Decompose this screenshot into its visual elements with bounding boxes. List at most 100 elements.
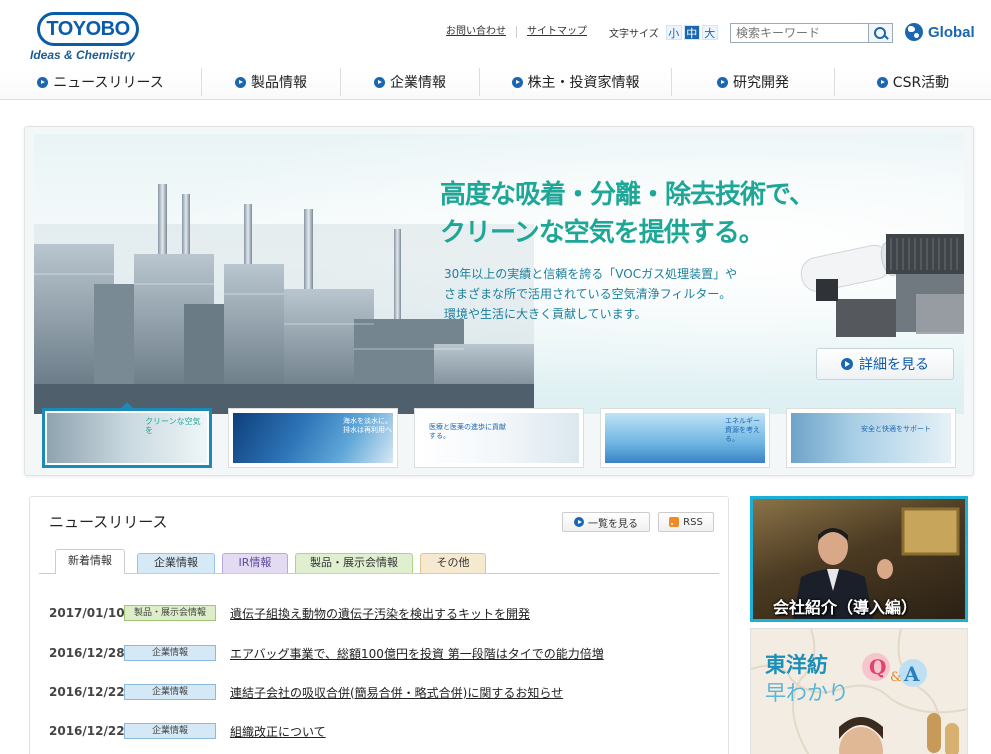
- font-size-small-button[interactable]: 小: [665, 25, 682, 40]
- thumb-image: クリーンな空気を: [47, 413, 207, 463]
- globe-icon: [905, 23, 923, 41]
- news-category-badge: 企業情報: [124, 723, 216, 739]
- thumb-label: 医療と医薬の進歩に貢献する。: [429, 423, 506, 440]
- view-all-label: 一覧を見る: [588, 518, 638, 530]
- news-category-badge: 企業情報: [124, 684, 216, 700]
- hero-description: 30年以上の実績と信頼を誇る「VOCガス処理装置」や さまざまな所で活用されてい…: [444, 264, 737, 324]
- news-panel: ニュースリリース 一覧を見る RSS 新着情報 企業情報 IR情報 製品・展示会…: [29, 496, 729, 754]
- arrow-right-icon: [37, 76, 49, 88]
- arrow-right-icon: [511, 76, 523, 88]
- arrow-right-icon: [374, 76, 385, 88]
- hero-title-line: 高度な吸着・分離・除去技術で、: [440, 180, 815, 210]
- thumb-safety[interactable]: 安全と快適をサポート: [786, 408, 956, 468]
- rss-icon: [669, 517, 680, 527]
- sitemap-link[interactable]: サイトマップ: [516, 26, 597, 38]
- thumb-clean-air[interactable]: クリーンな空気を: [42, 408, 212, 468]
- hero-banner[interactable]: 高度な吸着・分離・除去技術で、 クリーンな空気を提供する。 30年以上の実績と信…: [34, 134, 964, 414]
- news-row: 2017/01/10 製品・展示会情報 遺伝子組換え動物の遺伝子汚染を検出するキ…: [49, 603, 719, 623]
- news-date: 2016/12/22: [49, 724, 125, 738]
- news-link[interactable]: エアバッグ事業で、総額100億円を投資 第一段階はタイでの能力倍増: [230, 645, 604, 662]
- thumb-label: 安全と快適をサポート: [861, 425, 931, 433]
- news-row: 2016/12/22 企業情報 組織改正について: [49, 721, 719, 741]
- tab-products-exhibitions[interactable]: 製品・展示会情報: [295, 553, 413, 573]
- nav-item-label: CSR活動: [892, 75, 950, 91]
- tab-latest[interactable]: 新着情報: [55, 549, 125, 574]
- thumb-label: 海水を淡水に。排水は再利用へ: [343, 417, 392, 434]
- arrow-right-icon: [235, 76, 246, 88]
- detail-button-label: 詳細を見る: [859, 357, 929, 373]
- nav-item-products[interactable]: 製品情報: [202, 68, 341, 96]
- hero-text-line: さまざまな所で活用されている空気清浄フィルター。: [444, 287, 732, 301]
- news-date: 2016/12/22: [49, 685, 125, 699]
- news-tabs: 新着情報 企業情報 IR情報 製品・展示会情報 その他: [39, 549, 719, 574]
- font-size-switcher: 文字サイズ 小 中 大: [609, 25, 720, 40]
- rss-label: RSS: [683, 516, 703, 528]
- air-filter-products-image: [800, 234, 964, 337]
- hero-thumbnails: クリーンな空気を 海水を淡水に。排水は再利用へ 医療と医薬の進歩に貢献する。 エ…: [42, 408, 957, 470]
- nav-item-investors[interactable]: 株主・投資家情報: [480, 68, 672, 96]
- thumb-image: 安全と快適をサポート: [791, 413, 951, 463]
- news-date: 2017/01/10: [49, 606, 125, 620]
- nav-item-label: 製品情報: [251, 75, 307, 91]
- news-row: 2016/12/28 企業情報 エアバッグ事業で、総額100億円を投資 第一段階…: [49, 643, 719, 663]
- news-link[interactable]: 連結子会社の吸収合併(簡易合併・略式合併)に関するお知らせ: [230, 684, 563, 701]
- news-link[interactable]: 遺伝子組換え動物の遺伝子汚染を検出するキットを開発: [230, 605, 530, 622]
- font-size-label: 文字サイズ: [609, 29, 659, 40]
- arrow-right-icon: [717, 76, 728, 88]
- global-link[interactable]: Global: [905, 23, 975, 41]
- hero-text-line: 30年以上の実績と信頼を誇る「VOCガス処理装置」や: [444, 267, 738, 281]
- contact-link[interactable]: お問い合わせ: [436, 26, 516, 38]
- news-title: ニュースリリース: [49, 513, 168, 531]
- nav-item-csr[interactable]: CSR活動: [835, 68, 991, 96]
- thumb-water[interactable]: 海水を淡水に。排水は再利用へ: [228, 408, 398, 468]
- search-box: [730, 23, 893, 43]
- thumb-image: 海水を淡水に。排水は再利用へ: [233, 413, 393, 463]
- nav-item-label: ニュースリリース: [53, 75, 164, 91]
- tab-ir[interactable]: IR情報: [222, 553, 288, 573]
- global-label: Global: [928, 23, 975, 41]
- search-icon[interactable]: [869, 23, 893, 43]
- nav-item-news[interactable]: ニュースリリース: [0, 68, 202, 96]
- arrow-right-icon: [574, 517, 584, 527]
- news-category-badge: 企業情報: [124, 645, 216, 661]
- header: TOYOBO Ideas & Chemistry お問い合わせ サイトマップ 文…: [0, 0, 991, 68]
- font-size-medium-button[interactable]: 中: [683, 25, 700, 40]
- nav-item-company[interactable]: 企業情報: [341, 68, 480, 96]
- qa-ampersand: &: [890, 670, 902, 685]
- tab-company[interactable]: 企業情報: [137, 553, 215, 573]
- rss-button[interactable]: RSS: [658, 512, 714, 532]
- utility-links: お問い合わせ サイトマップ: [436, 26, 597, 38]
- toyobo-qa-banner[interactable]: Q & A 東洋紡 早わかり: [750, 628, 968, 754]
- nav-item-label: 株主・投資家情報: [527, 75, 640, 91]
- toyobo-logo[interactable]: TOYOBO: [37, 12, 139, 46]
- news-date: 2016/12/28: [49, 646, 125, 660]
- tagline: Ideas & Chemistry: [30, 48, 135, 62]
- nav-item-research[interactable]: 研究開発: [672, 68, 835, 96]
- thumb-image: 医療と医薬の進歩に貢献する。: [419, 413, 579, 463]
- hero-text-line: 環境や生活に大きく貢献しています。: [444, 307, 647, 321]
- hero-title-line: クリーンな空気を提供する。: [440, 218, 765, 248]
- hero-title: 高度な吸着・分離・除去技術で、 クリーンな空気を提供する。: [440, 176, 815, 252]
- arrow-right-icon: [876, 76, 888, 88]
- video-caption: 会社紹介（導入編）: [773, 598, 918, 617]
- thumb-medical[interactable]: 医療と医薬の進歩に貢献する。: [414, 408, 584, 468]
- detail-button[interactable]: 詳細を見る: [816, 348, 954, 380]
- company-video-banner[interactable]: 会社紹介（導入編）: [750, 496, 968, 622]
- thumb-energy[interactable]: エネルギー資源を考える。: [600, 408, 770, 468]
- thumb-label: クリーンな空気を: [145, 417, 201, 435]
- search-input[interactable]: [730, 23, 869, 43]
- nav-item-label: 企業情報: [390, 75, 446, 91]
- tab-other[interactable]: その他: [420, 553, 486, 573]
- news-row: 2016/12/22 企業情報 連結子会社の吸収合併(簡易合併・略式合併)に関す…: [49, 682, 719, 702]
- qa-title-line2: 早わかり: [765, 681, 849, 705]
- font-size-large-button[interactable]: 大: [701, 25, 718, 40]
- view-all-button[interactable]: 一覧を見る: [562, 512, 650, 532]
- qa-title-line1: 東洋紡: [765, 653, 828, 677]
- main-nav: ニュースリリース 製品情報 企業情報 株主・投資家情報 研究開発 CSR活動: [0, 68, 991, 100]
- qa-q-letter: Q: [869, 655, 886, 679]
- thumb-label: エネルギー資源を考える。: [725, 417, 760, 443]
- qa-a-letter: A: [903, 662, 920, 686]
- news-category-badge: 製品・展示会情報: [124, 605, 216, 621]
- news-link[interactable]: 組織改正について: [230, 723, 326, 740]
- arrow-right-icon: [841, 358, 853, 370]
